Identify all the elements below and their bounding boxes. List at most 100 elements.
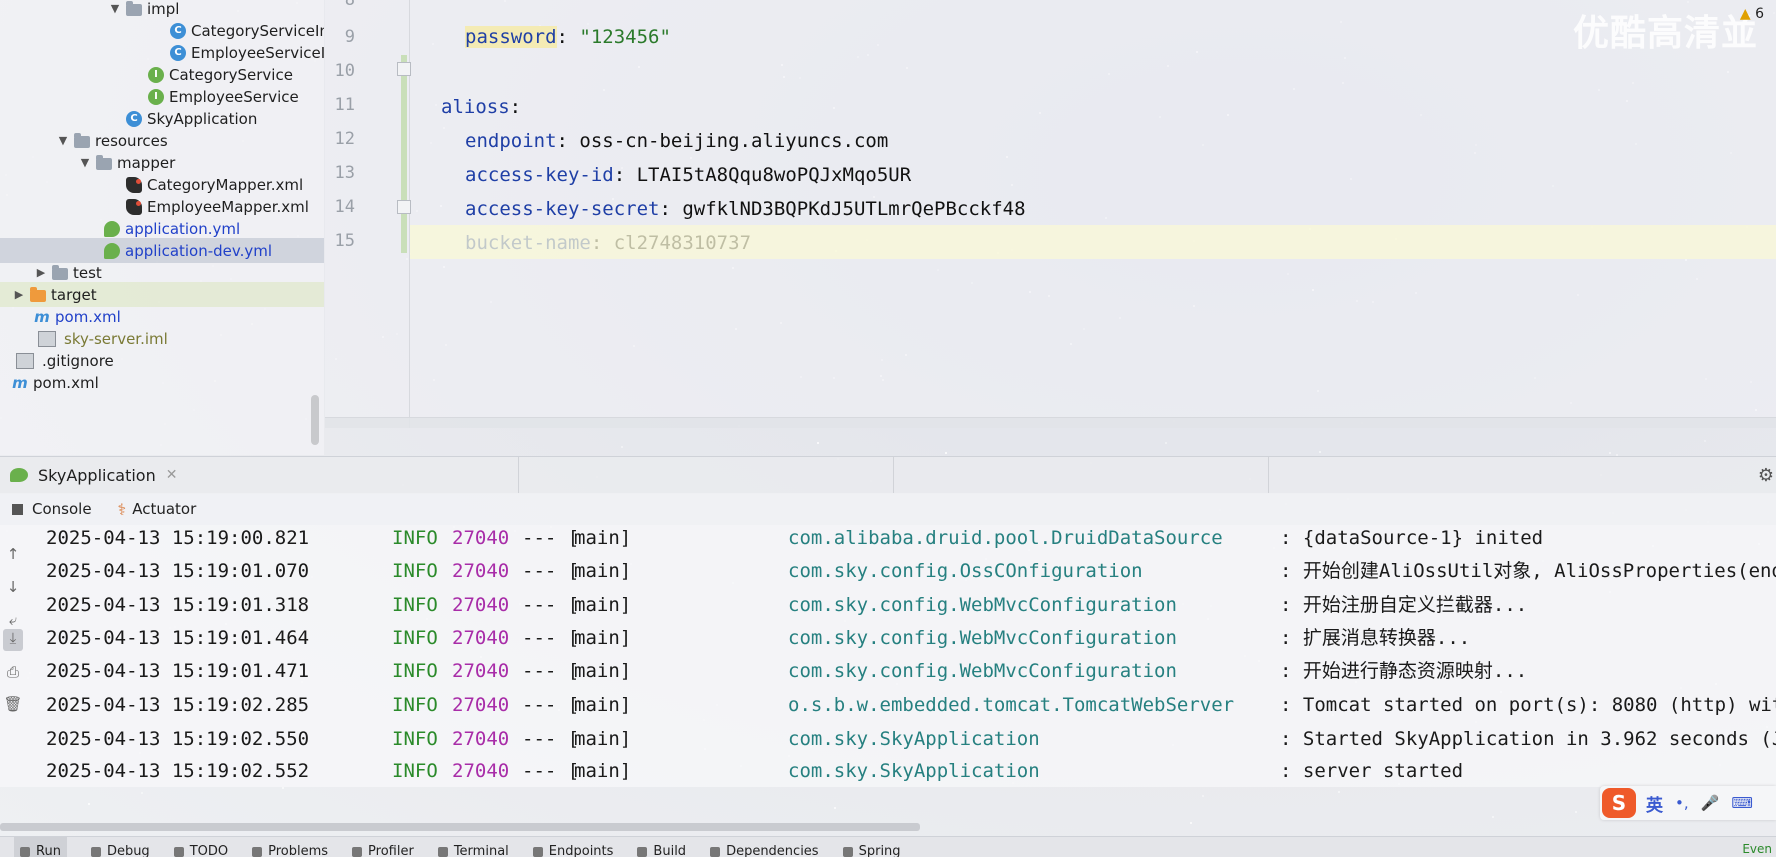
ime-punctuation-toggle[interactable]: •, [1675, 794, 1689, 812]
chevron-down-icon[interactable]: ▼ [78, 156, 92, 169]
code-line-13: access-key-secret: gwfklND3BQPKdJ5UTLmrQ… [465, 198, 1026, 220]
warning-icon: ▲ [1739, 6, 1751, 22]
tool-debug[interactable]: Debug [90, 837, 150, 857]
bug-icon [90, 846, 101, 857]
log-line: 2025-04-13 15:19:00.821 INFO 27040 --- [mai… [46, 521, 1776, 555]
tool-label: Profiler [368, 844, 414, 857]
console-output[interactable]: ↑ ↓ ⤶ ⤓ ⎙ 🗑 2025-04-13 15:19:00.821 INFO 2… [0, 525, 1776, 787]
log-timestamp: 2025-04-13 15:19:02.285 [46, 694, 310, 716]
code-line-14: bucket-name: cl2748310737 [325, 192, 1776, 254]
log-pid: 27040 [452, 660, 510, 682]
tab-label: Actuator [132, 500, 197, 518]
tool-label: Debug [106, 844, 150, 857]
star-decoration [1190, 822, 1192, 824]
gitignore-file-icon [16, 352, 34, 369]
keyboard-icon[interactable]: ⌨ [1731, 794, 1753, 812]
tree-item-root-pom-xml[interactable]: m pom.xml [0, 370, 324, 395]
interface-icon: I [148, 66, 164, 83]
scroll-to-end-icon[interactable]: ⤓ [3, 629, 23, 651]
log-pid: 27040 [452, 694, 510, 716]
input-method-toolbar[interactable]: S 英 •, 🎤 ⌨ [1600, 786, 1776, 820]
code-line-12: access-key-id: LTAI5tA8Qqu8woPQJxMqo5UR [465, 164, 912, 186]
tree-item-label: mapper [117, 153, 176, 172]
tree-item-label: CategoryService [169, 65, 293, 84]
log-message: : Started SkyApplication in 3.962 second… [1280, 728, 1776, 750]
log-thread: main] [574, 560, 632, 582]
code-line-15-current[interactable] [410, 225, 1776, 259]
log-thread: main] [574, 527, 632, 549]
log-logger: o.s.b.w.embedded.tomcat.TomcatWebServer [788, 694, 1235, 716]
tab-console[interactable]: Console [12, 500, 92, 518]
divider [1268, 457, 1269, 493]
gear-icon[interactable]: ⚙ [1758, 465, 1774, 486]
close-icon[interactable]: ✕ [166, 467, 178, 483]
print-icon[interactable]: ⎙ [3, 663, 23, 685]
run-tab-sky-application[interactable]: SkyApplication ✕ [0, 457, 187, 493]
star-decoration [1704, 440, 1706, 442]
scroll-down-icon[interactable]: ↓ [3, 578, 23, 600]
log-thread: main] [574, 694, 632, 716]
log-thread: main] [574, 627, 632, 649]
tool-terminal[interactable]: Terminal [437, 837, 509, 857]
scroll-up-icon[interactable]: ↑ [3, 545, 23, 567]
event-log-button[interactable]: Even [1742, 842, 1772, 856]
log-message: : server started [1280, 760, 1464, 782]
ime-language-toggle[interactable]: 英 [1646, 791, 1663, 816]
folder-icon [126, 0, 142, 16]
tool-spring[interactable]: Spring [842, 837, 901, 857]
yaml-value: "123456" [579, 26, 671, 48]
tool-build[interactable]: Build [637, 837, 686, 857]
log-timestamp: 2025-04-13 15:19:02.550 [46, 728, 310, 750]
trash-icon[interactable]: 🗑 [3, 695, 23, 717]
log-thread: main] [574, 594, 632, 616]
event-label: Even [1742, 842, 1772, 856]
star-decoration [834, 807, 836, 809]
profiler-icon [352, 846, 363, 857]
log-pid: 27040 [452, 560, 510, 582]
tool-label: Problems [268, 844, 329, 857]
log-logger: com.sky.config.OssCOnfiguration [788, 560, 1143, 582]
log-logger: com.sky.config.WebMvcConfiguration [788, 660, 1177, 682]
code-editor[interactable]: 8 9 10 11 12 13 14 15 password: "123456"… [325, 0, 1776, 428]
inspection-warnings[interactable]: ▲ 6 [1740, 6, 1764, 22]
log-timestamp: 2025-04-13 15:19:01.070 [46, 560, 310, 582]
tool-run[interactable]: Run [14, 837, 67, 857]
tool-label: Build [653, 844, 687, 857]
tool-endpoints[interactable]: Endpoints [532, 837, 613, 857]
spring-yml-icon [104, 242, 120, 259]
tool-label: Dependencies [726, 844, 819, 857]
problems-icon [252, 846, 263, 857]
star-decoration [1319, 451, 1321, 453]
tool-problems[interactable]: Problems [252, 837, 328, 857]
tool-label: Run [36, 844, 61, 857]
log-message: : 扩展消息转换器... [1280, 627, 1471, 649]
log-separator: --- [ [522, 527, 580, 549]
star-decoration [621, 446, 623, 448]
log-line: 2025-04-13 15:19:01.318 INFO 27040 --- [mai… [46, 588, 1776, 622]
chevron-right-icon[interactable]: ▶ [34, 266, 48, 279]
tab-actuator[interactable]: ⚕ Actuator [118, 500, 197, 519]
tool-profiler[interactable]: Profiler [352, 837, 414, 857]
run-tab-label: SkyApplication [38, 465, 156, 485]
divider [893, 457, 894, 493]
microphone-icon[interactable]: 🎤 [1701, 794, 1720, 812]
maven-icon: m [12, 373, 28, 392]
console-horizontal-scrollbar[interactable] [0, 823, 920, 831]
chevron-right-icon[interactable]: ▶ [12, 288, 26, 301]
log-level: INFO [392, 728, 438, 750]
chevron-down-icon[interactable]: ▼ [108, 2, 122, 15]
tree-item-label: test [73, 263, 102, 282]
tool-todo[interactable]: TODO [173, 837, 228, 857]
warning-count: 6 [1755, 6, 1764, 22]
sogou-logo-icon: S [1602, 788, 1636, 818]
editor-horizontal-scrollbar[interactable] [325, 417, 1776, 428]
star-decoration [1609, 452, 1611, 454]
class-icon: C [170, 22, 186, 39]
log-separator: --- [ [522, 627, 580, 649]
tree-item-label: CategoryMapper.xml [147, 175, 304, 194]
tool-dependencies[interactable]: Dependencies [710, 837, 819, 857]
chevron-down-icon[interactable]: ▼ [56, 134, 70, 147]
log-separator: --- [ [522, 728, 580, 750]
tree-scrollbar[interactable] [311, 395, 319, 445]
interface-icon: I [148, 88, 164, 105]
